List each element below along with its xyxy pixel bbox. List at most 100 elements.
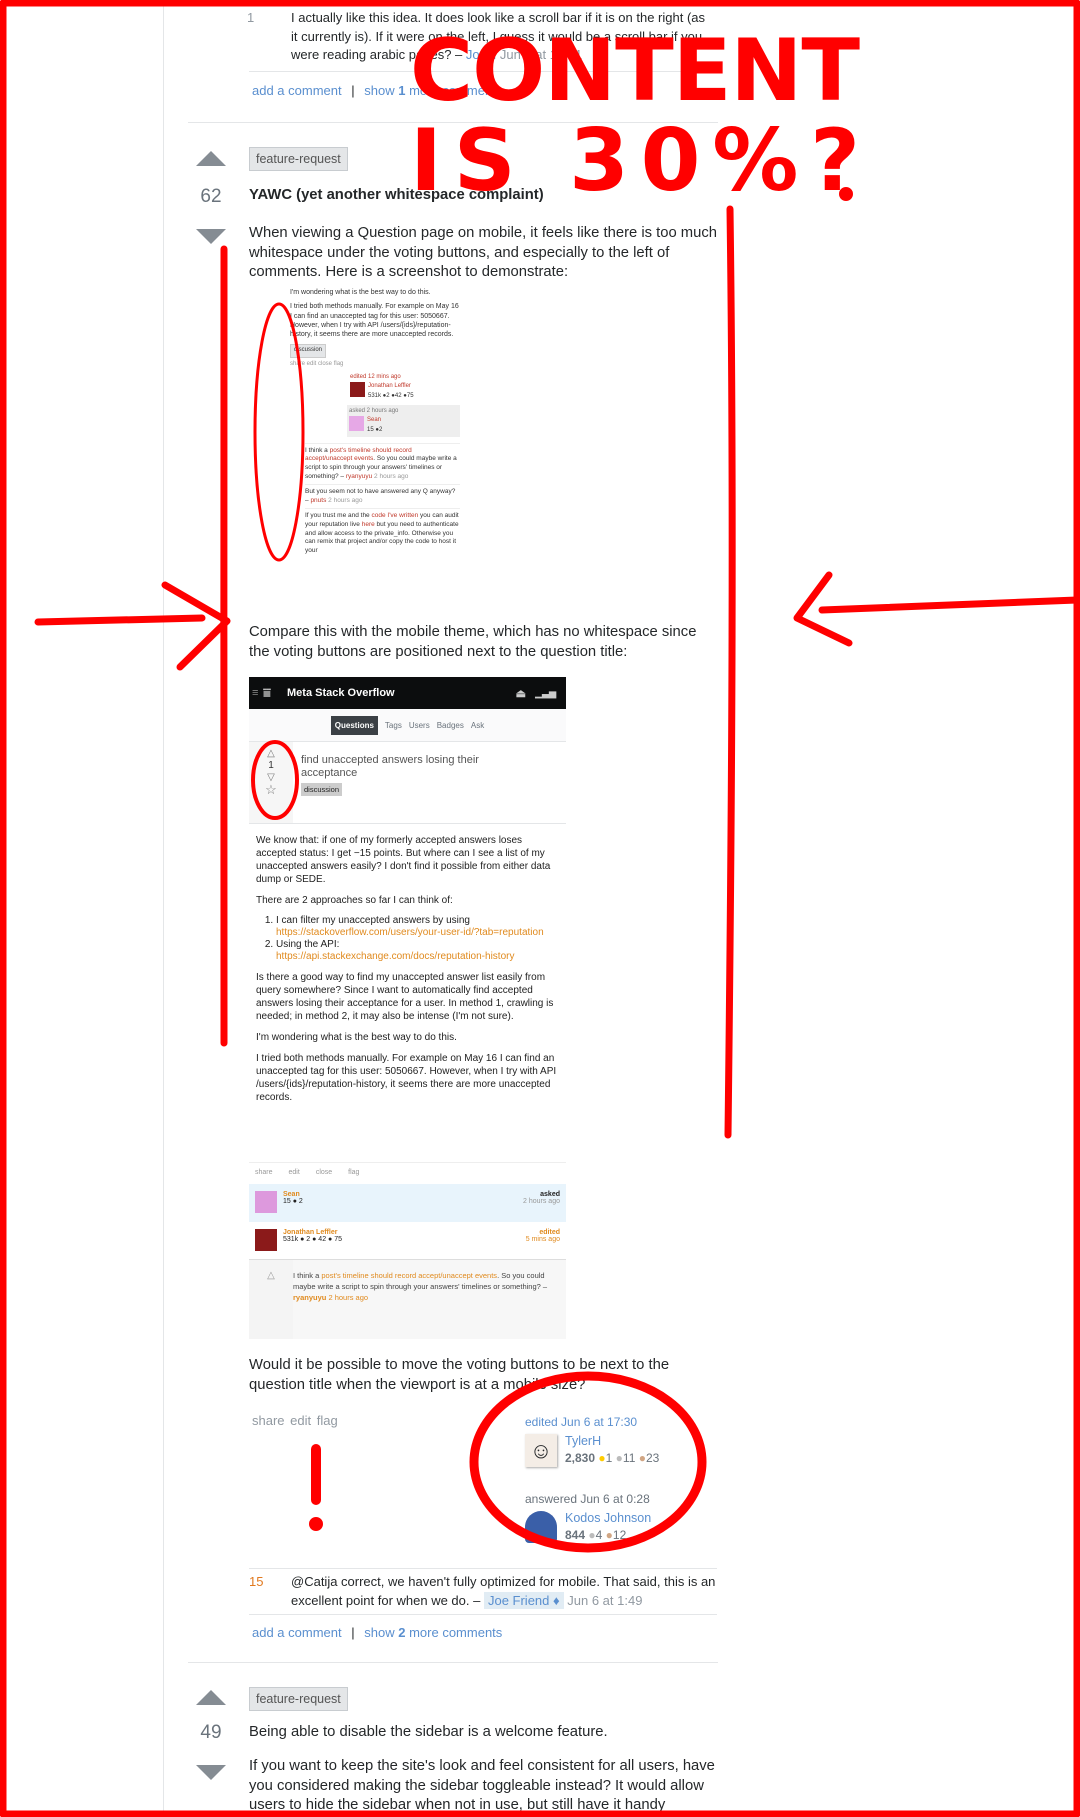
answerer-reputation: 844 bbox=[565, 1528, 586, 1542]
show-more-comments-link[interactable]: show 2 more comments bbox=[364, 1625, 502, 1640]
edited-signature: edited Jun 6 at 17:30 ☺ TylerH 2,830 ●1 … bbox=[525, 1415, 660, 1467]
mobile-nav: Questions Tags Users Badges Ask bbox=[249, 709, 566, 742]
mobile-text: We know that: if one of my formerly acce… bbox=[256, 835, 551, 885]
mobile-text: I can filter my unaccepted answers by us… bbox=[276, 915, 470, 926]
mobile-user: ryanyuyu bbox=[293, 1293, 327, 1302]
mobile-vote-column: △ 1 ▽ ☆ bbox=[249, 742, 293, 823]
answer-text: Being able to disable the sidebar is a w… bbox=[249, 1724, 608, 1740]
add-comment-link[interactable]: add a comment bbox=[252, 1625, 342, 1640]
mobile-tag: discussion bbox=[301, 783, 343, 796]
mobile-close: close bbox=[315, 1169, 333, 1176]
upvote-icon[interactable] bbox=[196, 151, 226, 166]
shot-tag: discussion bbox=[290, 344, 327, 358]
mobile-nav-questions: Questions bbox=[330, 715, 378, 735]
mobile-comment-upvote-icon: △ bbox=[267, 1270, 275, 1281]
shot-text: I think a bbox=[305, 446, 330, 454]
comment-score: 1 bbox=[247, 10, 255, 25]
share-link[interactable]: share bbox=[252, 1413, 285, 1428]
comment-user-link[interactable]: Joe Friend ♦ bbox=[483, 1591, 564, 1609]
separator: | bbox=[351, 1625, 355, 1640]
answered-signature: answered Jun 6 at 0:28 Kodos Johnson 844… bbox=[525, 1492, 652, 1543]
mobile-link: https://api.stackexchange.com/docs/reput… bbox=[276, 951, 515, 962]
mobile-editor-avatar bbox=[255, 1229, 277, 1251]
divider bbox=[249, 71, 717, 72]
mobile-text: Is there a good way to find my unaccepte… bbox=[256, 972, 554, 1022]
shot-actions: share edit close flag bbox=[290, 360, 344, 367]
bronze-badges: 12 bbox=[612, 1528, 627, 1542]
shot-asker: Sean bbox=[367, 417, 382, 424]
show-more-comments-link[interactable]: show 1 more comment bbox=[364, 83, 496, 98]
mobile-text: I tried both methods manually. For examp… bbox=[256, 1053, 557, 1103]
left-arrow bbox=[34, 581, 231, 671]
mobile-question-title: find unaccepted answers losing their acc… bbox=[301, 754, 479, 779]
right-arrow bbox=[793, 571, 1080, 647]
editor-name-link[interactable]: TylerH bbox=[565, 1434, 659, 1448]
answer-closing-text: Would it be possible to move the voting … bbox=[249, 1357, 670, 1393]
show-suffix: more comment bbox=[409, 83, 496, 98]
separator: | bbox=[351, 83, 355, 98]
mobile-text: Using the API: bbox=[276, 939, 340, 950]
show-prefix: show bbox=[364, 83, 395, 98]
divider bbox=[249, 1568, 717, 1569]
mobile-flag: flag bbox=[348, 1169, 360, 1176]
stack-logo-icon: ⩸ bbox=[263, 685, 271, 700]
silver-badges: 11 bbox=[622, 1451, 636, 1465]
show-prefix: show bbox=[364, 1625, 395, 1640]
mobile-nav-tags: Tags bbox=[384, 720, 402, 730]
kodos-avatar[interactable] bbox=[525, 1511, 557, 1543]
screenshot-desktop-image: I'm wondering what is the best way to do… bbox=[290, 284, 460, 605]
shot-user: ryanyuyu bbox=[345, 472, 373, 480]
shot-link: here bbox=[361, 521, 375, 529]
inbox-icon: ⏏ bbox=[515, 687, 526, 700]
tag-feature-request[interactable]: feature-request bbox=[249, 147, 348, 171]
shot-user: pnuts bbox=[310, 496, 327, 504]
comment: @Catija correct, we haven't fully optimi… bbox=[291, 1573, 716, 1610]
left-bracket-line bbox=[219, 245, 229, 1047]
mobile-text: There are 2 approaches so far I can thin… bbox=[256, 895, 453, 906]
downvote-icon[interactable] bbox=[196, 1765, 226, 1780]
shot-text: If you trust me and the bbox=[305, 512, 372, 520]
vote-count: 49 bbox=[200, 1722, 222, 1743]
mobile-asker-rep: 15 ● 2 bbox=[283, 1198, 303, 1205]
edited-time-link[interactable]: edited Jun 6 at 17:30 bbox=[525, 1415, 659, 1429]
mobile-edit: edit bbox=[288, 1169, 300, 1176]
mobile-asker-avatar bbox=[255, 1191, 277, 1213]
divider bbox=[249, 1614, 717, 1615]
achievements-icon: ▁▃▅ bbox=[535, 687, 556, 698]
mobile-upvote-icon: △ bbox=[267, 748, 275, 759]
answer-divider bbox=[188, 1662, 718, 1663]
comment-user-link[interactable]: JonH bbox=[466, 47, 496, 62]
comment-text: I actually like this idea. It does look … bbox=[291, 10, 706, 62]
mobile-editor-rep: 531k ● 2 ● 42 ● 75 bbox=[283, 1236, 342, 1243]
mobile-site-name: Meta Stack Overflow bbox=[287, 687, 395, 699]
comment-score: 15 bbox=[249, 1574, 264, 1589]
answer-divider bbox=[188, 122, 718, 123]
answer-text: If you want to keep the site's look and … bbox=[249, 1758, 715, 1814]
mobile-edited: edited bbox=[539, 1229, 560, 1236]
shot-text: I'm wondering what is the best way to do… bbox=[290, 289, 431, 296]
shot-link: code I've written bbox=[371, 512, 419, 520]
comment: I actually like this idea. It does look … bbox=[291, 9, 711, 65]
comment-time: Jun 6 at 1:49 bbox=[567, 1592, 643, 1608]
answered-time: answered Jun 6 at 0:28 bbox=[525, 1492, 650, 1506]
mobile-nav-users: Users bbox=[408, 720, 430, 730]
edit-link[interactable]: edit bbox=[290, 1413, 311, 1428]
downvote-icon[interactable] bbox=[196, 229, 226, 244]
show-suffix: more comments bbox=[409, 1625, 503, 1640]
upvote-icon[interactable] bbox=[196, 1690, 226, 1705]
shot-editor: Jonathan Leffler bbox=[368, 383, 411, 390]
answerer-name-link[interactable]: Kodos Johnson bbox=[565, 1511, 651, 1525]
mobile-favorite-icon: ☆ bbox=[265, 782, 277, 797]
comment-time: Jun 7 at 14:51 bbox=[499, 47, 583, 62]
tag-feature-request[interactable]: feature-request bbox=[249, 1687, 348, 1711]
add-comment-link[interactable]: add a comment bbox=[252, 83, 342, 98]
flag-link[interactable]: flag bbox=[317, 1413, 338, 1428]
bronze-badges: 23 bbox=[645, 1451, 660, 1465]
mobile-asker: Sean bbox=[283, 1191, 300, 1198]
tylerh-avatar[interactable]: ☺ bbox=[525, 1434, 557, 1467]
shot-asked: asked 2 hours ago bbox=[349, 407, 399, 414]
show-count: 2 bbox=[398, 1625, 406, 1640]
mobile-nav-ask: Ask bbox=[470, 720, 485, 730]
gold-badges: 1 bbox=[605, 1451, 613, 1465]
mobile-link: https://stackoverflow.com/users/your-use… bbox=[276, 927, 544, 938]
